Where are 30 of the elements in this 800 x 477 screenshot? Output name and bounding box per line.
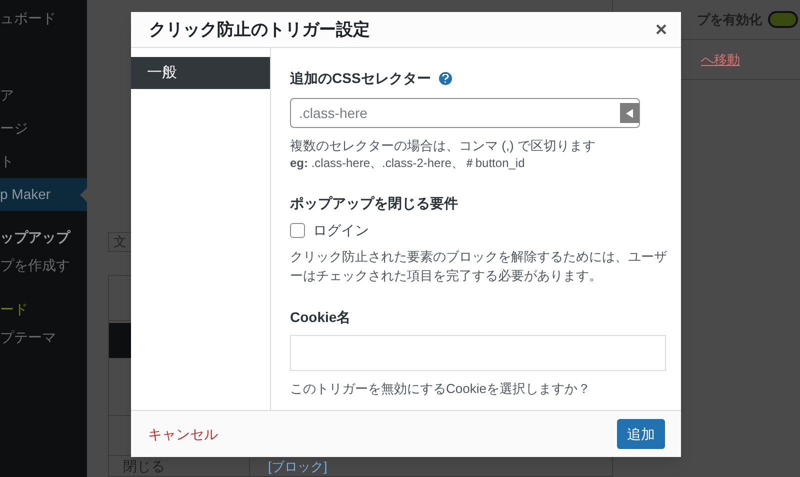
menu-item[interactable]: プテーマ	[0, 323, 87, 351]
help-icon[interactable]	[438, 72, 452, 85]
hint-text: 複数のセレクターの場合は、コンマ (,) で区切ります	[290, 137, 596, 155]
menu-item[interactable]: ード	[0, 295, 87, 323]
field-label: ポップアップを閉じる要件	[290, 194, 458, 213]
dialog-title: クリック防止のトリガー設定	[149, 18, 370, 41]
menu-item[interactable]: ア	[0, 79, 87, 112]
caret-icon[interactable]	[620, 103, 639, 123]
menu-item[interactable]: ト	[0, 145, 87, 178]
table-cell: [ブロック]	[249, 459, 346, 476]
field-label: 追加のCSSセレクター	[290, 69, 431, 88]
text-field[interactable]: .class-here	[290, 98, 640, 128]
add-button[interactable]: 追加	[617, 419, 665, 449]
menu-item[interactable]: ップアップ	[0, 223, 87, 251]
cancel-link[interactable]: キャンセル	[148, 424, 218, 444]
field-label: Cookie名	[290, 308, 351, 327]
close-button[interactable]: ×	[655, 20, 667, 40]
cookie-name-field[interactable]	[290, 335, 666, 371]
checkbox-label: ログイン	[313, 221, 369, 240]
example-text: eg: .class-here、.class-2-here、＃button_id	[290, 155, 526, 171]
menu-item[interactable]: ュボード	[0, 2, 87, 35]
tab[interactable]: 一般	[131, 57, 270, 89]
menu-item[interactable]: プを作成す	[0, 251, 87, 279]
menu-item[interactable]: p Maker	[0, 178, 87, 211]
hint-text: このトリガーを無効にするCookieを選択しますか？	[290, 380, 592, 398]
move-link[interactable]: へ移動	[701, 50, 740, 70]
toggle-switch[interactable]	[768, 11, 798, 28]
checkbox[interactable]	[290, 223, 305, 238]
hint-text: クリック防止された要素のブロックを解除するためには、ユーザーはチェックされた項目を完了する必要があります。	[290, 248, 668, 285]
menu-item[interactable]: ージ	[0, 112, 87, 145]
